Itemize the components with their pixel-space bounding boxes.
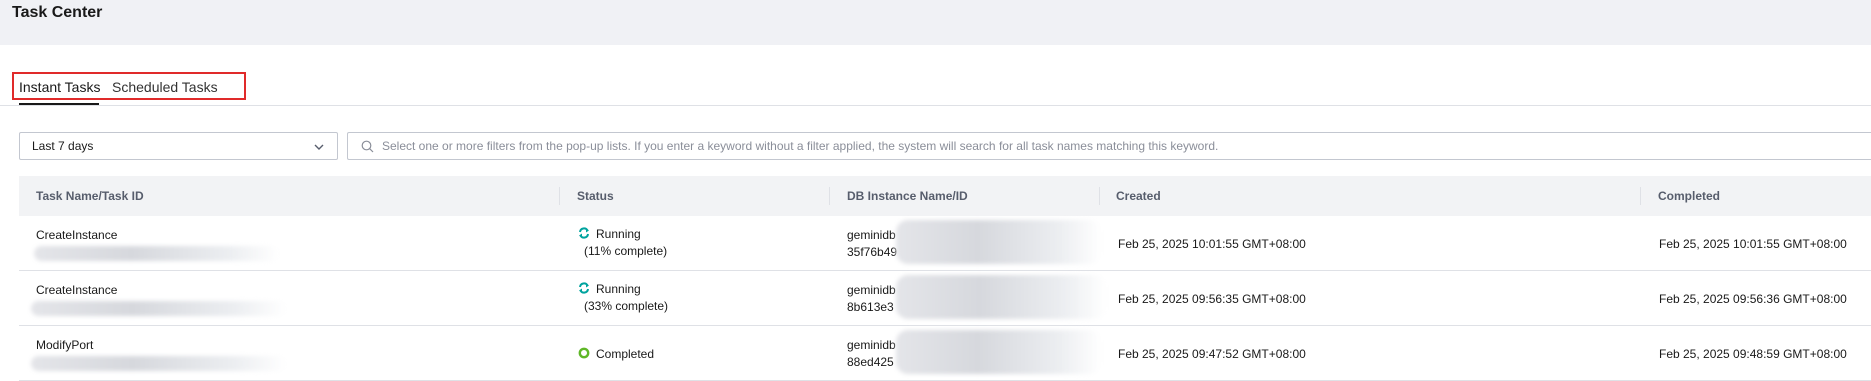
- column-header-completed: Completed: [1658, 189, 1721, 203]
- task-name-link[interactable]: CreateInstance: [36, 283, 117, 297]
- table-row: CreateInstance Running (33% complete) ge…: [19, 271, 1871, 326]
- column-divider: [1640, 187, 1641, 205]
- column-divider: [829, 187, 830, 205]
- table-row: CreateInstance Running (11% complete) ge…: [19, 216, 1871, 271]
- created-time: Feb 25, 2025 10:01:55 GMT+08:00: [1118, 237, 1306, 251]
- created-time: Feb 25, 2025 09:47:52 GMT+08:00: [1118, 347, 1306, 361]
- redacted-task-id: [34, 246, 279, 261]
- db-instance-id: 88ed425: [847, 355, 894, 369]
- time-range-value: Last 7 days: [32, 139, 94, 153]
- task-search-box: [347, 132, 1871, 160]
- completed-time: Feb 25, 2025 09:56:36 GMT+08:00: [1659, 292, 1847, 306]
- completed-time: Feb 25, 2025 09:48:59 GMT+08:00: [1659, 347, 1847, 361]
- status-text: Running: [596, 282, 641, 296]
- status-text: Completed: [596, 347, 655, 361]
- task-type-tabs: Instant Tasks Scheduled Tasks: [12, 72, 246, 100]
- table-row: ModifyPort Completed geminidb 88ed425 Fe…: [19, 326, 1871, 381]
- search-icon: [361, 140, 374, 153]
- page-title: Task Center: [12, 4, 103, 21]
- column-header-created: Created: [1116, 189, 1161, 203]
- column-divider: [559, 187, 560, 205]
- sync-icon: [579, 282, 589, 294]
- task-name-link[interactable]: ModifyPort: [36, 338, 93, 352]
- search-input[interactable]: [382, 137, 1862, 155]
- column-divider: [1099, 187, 1100, 205]
- column-header-status: Status: [577, 189, 614, 203]
- completed-time: Feb 25, 2025 10:01:55 GMT+08:00: [1659, 237, 1847, 251]
- column-header-task-name: Task Name/Task ID: [36, 189, 144, 203]
- redacted-db-info: [896, 275, 1106, 319]
- redacted-task-id: [31, 301, 286, 316]
- redacted-task-id: [31, 356, 286, 371]
- tabs-divider: [0, 105, 1871, 106]
- db-instance-link[interactable]: geminidb: [847, 338, 896, 352]
- created-time: Feb 25, 2025 09:56:35 GMT+08:00: [1118, 292, 1306, 306]
- db-instance-link[interactable]: geminidb: [847, 283, 896, 297]
- db-instance-id: 8b613e3: [847, 300, 894, 314]
- redacted-db-info: [896, 330, 1101, 374]
- completed-circle-icon: [578, 347, 590, 359]
- status-text: Running: [596, 227, 641, 241]
- chevron-down-icon: [314, 144, 324, 150]
- sync-icon: [579, 227, 589, 239]
- db-instance-id: 35f76b49: [847, 245, 898, 259]
- column-header-db-instance: DB Instance Name/ID: [847, 189, 968, 203]
- task-name-link[interactable]: CreateInstance: [36, 228, 117, 242]
- tab-scheduled-tasks[interactable]: Scheduled Tasks: [112, 79, 218, 95]
- progress-text: (33% complete): [584, 299, 669, 313]
- db-instance-link[interactable]: geminidb: [847, 228, 896, 242]
- time-range-select[interactable]: Last 7 days: [19, 132, 338, 160]
- tab-instant-tasks[interactable]: Instant Tasks: [19, 79, 100, 95]
- progress-text: (11% complete): [584, 244, 668, 258]
- table-header: Task Name/Task ID Status DB Instance Nam…: [19, 176, 1871, 216]
- page-header: Task Center: [0, 0, 1871, 45]
- redacted-db-info: [896, 220, 1101, 264]
